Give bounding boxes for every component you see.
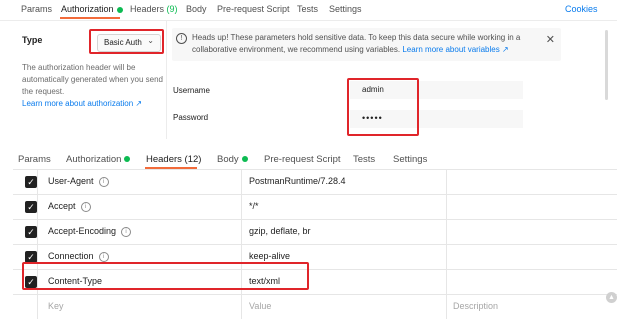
headers-panel-tab-pre-request-script[interactable]: Pre-request Script xyxy=(264,154,341,165)
auth-type-label: Type xyxy=(22,35,43,45)
tab-authorization-label: Authorization xyxy=(61,4,114,14)
info-icon[interactable]: i xyxy=(121,226,132,237)
column-divider xyxy=(241,170,242,194)
tab-bar-divider xyxy=(0,20,617,21)
highlight-box-content-type xyxy=(22,262,309,290)
headers-panel-tab-settings[interactable]: Settings xyxy=(393,154,427,165)
checkbox-checked[interactable]: ✓ xyxy=(25,201,37,213)
cookies-link[interactable]: Cookies xyxy=(565,4,598,14)
info-icon[interactable]: i xyxy=(98,251,109,262)
column-divider xyxy=(446,295,447,319)
column-divider xyxy=(241,195,242,219)
headers-panel-tab-body[interactable]: Body xyxy=(217,154,248,165)
header-key-text: User-Agent xyxy=(48,176,94,186)
header-key: Accept-Encoding i xyxy=(48,226,132,237)
header-key: User-Agent i xyxy=(48,176,109,187)
column-divider xyxy=(37,295,38,319)
headers-count: (9) xyxy=(166,4,178,14)
learn-more-authorization-link[interactable]: Learn more about authorization ↗ xyxy=(22,99,142,108)
headers-panel-tab-params[interactable]: Params xyxy=(18,154,51,165)
info-icon: ! xyxy=(176,33,187,44)
header-key-text: Connection xyxy=(48,251,94,261)
status-dot-icon xyxy=(116,6,123,13)
learn-more-variables-link[interactable]: Learn more about variables ↗ xyxy=(402,45,508,54)
headers-panel-tab-tests[interactable]: Tests xyxy=(353,154,375,165)
header-value: PostmanRuntime/7.28.4 xyxy=(249,176,346,186)
highlight-box-auth-type xyxy=(89,29,164,54)
tab-settings[interactable]: Settings xyxy=(329,4,362,14)
column-divider xyxy=(446,195,447,219)
info-icon[interactable]: i xyxy=(98,176,109,187)
tab-headers[interactable]: Headers (9) xyxy=(130,4,178,14)
active-tab-indicator xyxy=(60,17,120,19)
header-value: keep-alive xyxy=(249,251,291,261)
scroll-up-icon[interactable]: ▲ xyxy=(606,292,617,303)
auth-description: The authorization header will be automat… xyxy=(22,62,172,110)
column-divider xyxy=(446,270,447,294)
header-key: Connection i xyxy=(48,251,109,262)
auth-description-text: The authorization header will be automat… xyxy=(22,63,163,96)
header-key-text: Accept xyxy=(48,201,76,211)
tab-authorization[interactable]: Authorization xyxy=(61,4,123,14)
auth-tab-bar: Params Authorization Headers (9) Body Pr… xyxy=(0,0,617,20)
headers-panel-tab-authorization-label: Authorization xyxy=(66,154,122,165)
sensitive-data-banner: ! Heads up! These parameters hold sensit… xyxy=(172,28,561,61)
headers-panel-tab-body-label: Body xyxy=(217,154,239,165)
table-row: ✓ Accept-Encoding i gzip, deflate, br xyxy=(13,220,617,245)
tab-body[interactable]: Body xyxy=(186,4,207,14)
tab-headers-label: Headers xyxy=(130,4,165,14)
column-divider xyxy=(446,220,447,244)
password-label: Password xyxy=(173,113,209,122)
tab-params[interactable]: Params xyxy=(21,4,52,14)
column-divider xyxy=(446,245,447,269)
headers-panel-tab-headers[interactable]: Headers (12) xyxy=(146,154,201,165)
column-divider xyxy=(37,170,38,194)
headers-panel-tab-authorization[interactable]: Authorization xyxy=(66,154,131,165)
panel-divider xyxy=(166,21,167,139)
header-value: */* xyxy=(249,201,259,211)
header-value: gzip, deflate, br xyxy=(249,226,311,236)
status-dot-icon xyxy=(241,156,248,163)
table-row-empty: Key Value Description xyxy=(13,295,617,319)
scrollbar[interactable] xyxy=(605,30,608,100)
tab-pre-request-script[interactable]: Pre-request Script xyxy=(217,4,290,14)
banner-text: Heads up! These parameters hold sensitiv… xyxy=(192,32,537,56)
column-divider xyxy=(446,170,447,194)
header-key: Accept i xyxy=(48,201,91,212)
checkbox-checked[interactable]: ✓ xyxy=(25,226,37,238)
column-divider xyxy=(37,220,38,244)
column-divider xyxy=(241,220,242,244)
section-gap xyxy=(0,139,617,147)
status-dot-icon xyxy=(124,156,131,163)
highlight-box-credentials xyxy=(347,78,419,136)
info-icon[interactable]: i xyxy=(80,201,91,212)
column-divider xyxy=(241,295,242,319)
table-row: ✓ Accept i */* xyxy=(13,195,617,220)
username-label: Username xyxy=(173,86,210,95)
checkbox-checked[interactable]: ✓ xyxy=(25,176,37,188)
tab-tests[interactable]: Tests xyxy=(297,4,318,14)
header-key-text: Accept-Encoding xyxy=(48,226,117,236)
close-icon[interactable]: ✕ xyxy=(546,33,555,46)
table-row: ✓ User-Agent i PostmanRuntime/7.28.4 xyxy=(13,170,617,195)
column-divider xyxy=(37,195,38,219)
